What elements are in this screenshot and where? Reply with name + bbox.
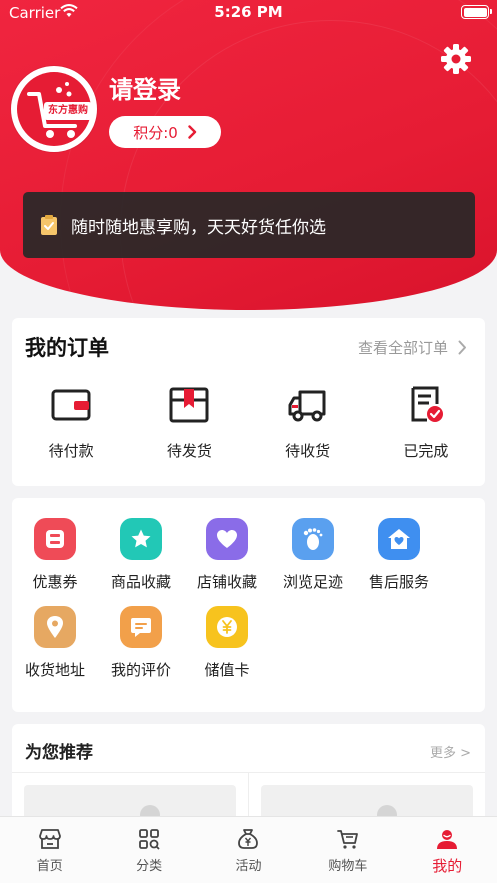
tab-activity[interactable]: 活动: [199, 817, 298, 883]
service-label: 店铺收藏: [196, 573, 257, 591]
order-completed[interactable]: 已完成: [367, 384, 485, 461]
battery-icon: [461, 5, 492, 19]
coupon-icon: [34, 518, 76, 560]
stored-value-card-entry[interactable]: 储值卡: [184, 606, 270, 694]
service-label: 售后服务: [368, 573, 429, 591]
notice-banner: 随时随地惠享购，天天好货任你选: [23, 192, 475, 258]
shipping-address-entry[interactable]: 收货地址: [12, 606, 98, 694]
chevron-right-icon: [458, 340, 466, 355]
home-store-icon: [38, 829, 61, 849]
location-pin-icon: [34, 606, 76, 648]
order-item-label: 待收货: [285, 442, 331, 460]
house-heart-icon: [378, 518, 420, 560]
chevron-right-icon: [188, 125, 196, 139]
my-reviews-entry[interactable]: 我的评价: [98, 606, 184, 694]
footprint-icon: [292, 518, 334, 560]
status-time: 5:26 PM: [214, 3, 283, 21]
avatar[interactable]: 东方惠购: [11, 66, 97, 152]
user-icon: [437, 830, 458, 849]
logo-text: 东方惠购: [44, 102, 92, 120]
my-orders-card: 我的订单 查看全部订单 待付款 待发货 待收货 已完成: [12, 318, 485, 486]
star-icon: [120, 518, 162, 560]
service-label: 浏览足迹: [282, 573, 343, 591]
cart-icon: [336, 830, 358, 849]
store-favorites-entry[interactable]: 店铺收藏: [184, 518, 270, 606]
points-button[interactable]: 积分:0: [109, 116, 221, 148]
profile-header: [0, 0, 497, 310]
heart-icon: [206, 518, 248, 560]
browsing-history-entry[interactable]: 浏览足迹: [270, 518, 356, 606]
service-label: 收货地址: [24, 661, 85, 679]
recommend-card: 为您推荐 更多 >: [12, 724, 485, 845]
login-link[interactable]: 请登录: [109, 70, 181, 105]
package-icon: [169, 387, 209, 423]
order-pending-shipment[interactable]: 待发货: [130, 384, 248, 461]
gear-icon[interactable]: [440, 43, 472, 75]
yen-coin-icon: [206, 606, 248, 648]
service-label: 商品收藏: [110, 573, 171, 591]
service-label: 优惠券: [32, 573, 78, 591]
document-check-icon: [411, 386, 443, 422]
orders-title: 我的订单: [25, 336, 109, 360]
points-label: 积分:0: [133, 123, 178, 142]
tab-label: 活动: [235, 859, 262, 874]
order-item-label: 待发货: [166, 442, 212, 460]
tab-bar: 首页 分类 活动 购物车 我的: [0, 816, 497, 883]
order-item-label: 待付款: [48, 442, 94, 460]
services-card: 优惠券 商品收藏 店铺收藏 浏览足迹 售后服务 收货地址 我的评价 储值卡: [12, 498, 485, 712]
comment-icon: [120, 606, 162, 648]
tab-mine[interactable]: 我的: [398, 817, 497, 883]
tab-label: 首页: [36, 859, 63, 874]
view-all-orders-link[interactable]: 查看全部订单: [358, 337, 467, 358]
tab-label: 购物车: [328, 859, 368, 874]
service-label: 我的评价: [110, 661, 171, 679]
order-pending-payment[interactable]: 待付款: [12, 384, 130, 461]
tab-label: 分类: [136, 859, 163, 874]
category-grid-icon: [139, 829, 160, 850]
wallet-icon: [51, 389, 91, 421]
truck-icon: [288, 390, 326, 422]
tab-label: 我的: [432, 857, 463, 875]
tab-cart[interactable]: 购物车: [298, 817, 397, 883]
recommend-more-link[interactable]: 更多 >: [430, 742, 471, 761]
order-pending-receipt[interactable]: 待收货: [249, 384, 367, 461]
status-bar: Carrier 5:26 PM: [0, 0, 497, 26]
view-all-orders-label: 查看全部订单: [357, 339, 448, 357]
product-favorites-entry[interactable]: 商品收藏: [98, 518, 184, 606]
brand-logo: 东方惠购: [17, 72, 92, 146]
service-label: 储值卡: [204, 661, 250, 679]
tab-home[interactable]: 首页: [0, 817, 99, 883]
clipboard-check-icon: [41, 215, 57, 235]
notice-text: 随时随地惠享购，天天好货任你选: [71, 217, 326, 238]
after-sales-entry[interactable]: 售后服务: [356, 518, 442, 606]
coupon-entry[interactable]: 优惠券: [12, 518, 98, 606]
money-bag-icon: [238, 829, 259, 849]
tab-category[interactable]: 分类: [99, 817, 198, 883]
recommend-title: 为您推荐: [25, 743, 93, 763]
order-item-label: 已完成: [403, 442, 449, 460]
